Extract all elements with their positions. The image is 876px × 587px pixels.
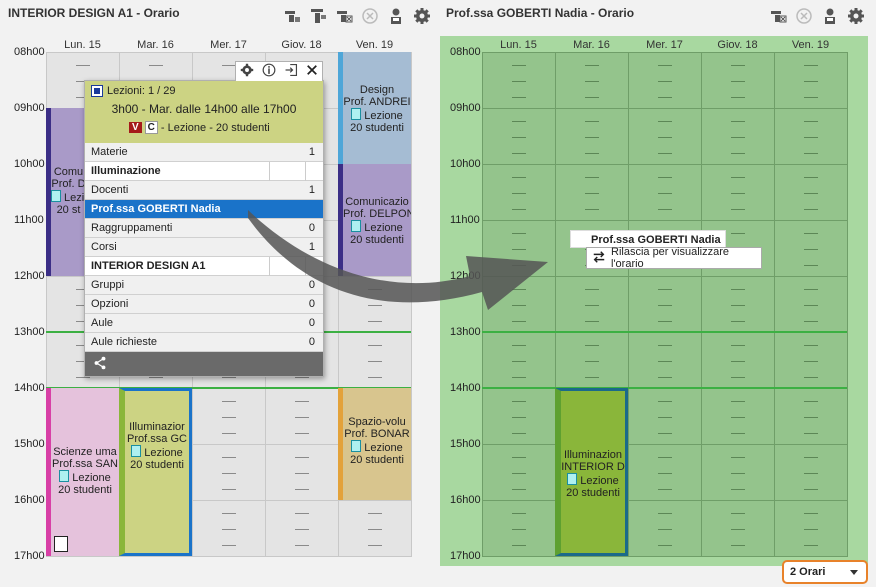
orari-select[interactable]: 2 Orari (782, 560, 868, 584)
dropdown-arrow-icon (850, 566, 858, 578)
swap-arrows-icon (592, 250, 606, 267)
orari-select-value: 2 Orari (790, 566, 826, 578)
drop-hint-text: Rilascia per visualizzare l'orario (611, 246, 729, 270)
drop-hint: Rilascia per visualizzare l'orario (586, 246, 762, 270)
drag-arrow-icon (248, 210, 548, 310)
